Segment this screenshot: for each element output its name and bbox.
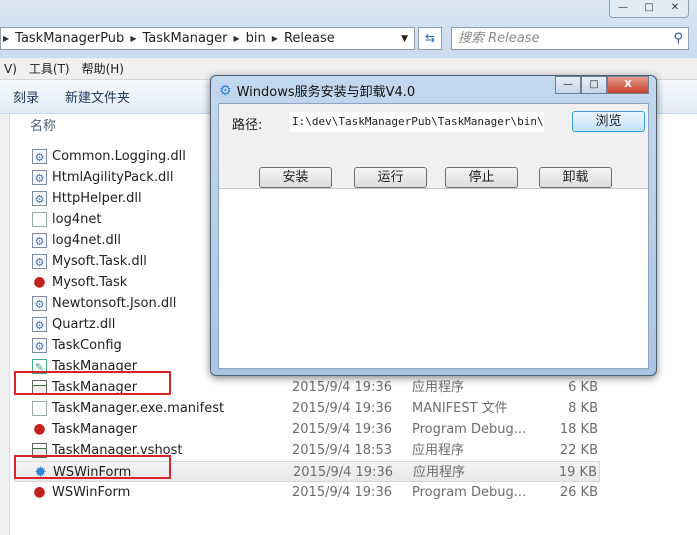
- dropdown-arrow-icon[interactable]: ▼: [395, 34, 414, 44]
- dialog-maximize-button[interactable]: □: [581, 76, 607, 94]
- breadcrumb-item[interactable]: bin: [242, 31, 270, 46]
- file-type: 应用程序: [412, 380, 465, 395]
- file-name: Mysoft.Task: [52, 275, 128, 290]
- file-row[interactable]: ● TaskManager 2015/9/4 19:36 Program Debug…: [14, 419, 600, 440]
- dll-file-icon: ⚙: [32, 149, 47, 164]
- browse-button[interactable]: 浏览: [572, 111, 645, 132]
- file-size: 22 KB: [559, 443, 598, 458]
- file-date: 2015/9/4 19:36: [293, 465, 393, 480]
- run-button[interactable]: 运行: [354, 167, 427, 188]
- file-row[interactable]: ● WSWinForm 2015/9/4 19:36 Program Debug..…: [14, 482, 600, 503]
- path-label: 路径:: [232, 118, 263, 133]
- file-type: Program Debug...: [412, 485, 527, 500]
- maximize-button[interactable]: □: [636, 0, 662, 17]
- file-name: log4net: [52, 212, 102, 227]
- path-input[interactable]: I:\dev\TaskManagerPub\TaskManager\bin\Re…: [289, 112, 544, 132]
- doc-file-icon: [32, 401, 47, 416]
- stop-button[interactable]: 停止: [445, 167, 518, 188]
- file-date: 2015/9/4 19:36: [292, 485, 392, 500]
- dll-file-icon: ⚙: [32, 233, 47, 248]
- close-button[interactable]: ✕: [662, 0, 688, 17]
- nav-pane-scrollbar[interactable]: [0, 114, 10, 535]
- dialog-minimize-button[interactable]: —: [555, 76, 581, 94]
- file-type: 应用程序: [413, 465, 466, 480]
- file-name: TaskManager.exe.manifest: [52, 401, 225, 416]
- file-type: Program Debug...: [412, 422, 527, 437]
- file-size: 8 KB: [568, 401, 598, 416]
- pdb-file-icon: ●: [33, 421, 46, 437]
- new-folder-button[interactable]: 新建文件夹: [52, 87, 143, 106]
- file-name: WSWinForm: [52, 485, 131, 500]
- file-date: 2015/9/4 18:53: [292, 443, 392, 458]
- pdb-file-icon: ●: [33, 484, 46, 500]
- burn-button[interactable]: 刻录: [0, 87, 52, 106]
- file-name: HttpHelper.dll: [52, 191, 142, 206]
- file-type: 应用程序: [412, 443, 465, 458]
- search-icon[interactable]: ⚲: [673, 28, 683, 49]
- dialog-body: 路径: I:\dev\TaskManagerPub\TaskManager\bi…: [218, 103, 649, 369]
- file-name: Newtonsoft.Json.dll: [52, 296, 177, 311]
- gear-icon: ⚙: [219, 82, 232, 99]
- dll-file-icon: ⚙: [32, 317, 47, 332]
- doc-file-icon: [32, 212, 47, 227]
- file-date: 2015/9/4 19:36: [292, 380, 392, 395]
- breadcrumb-item[interactable]: Release: [280, 31, 339, 46]
- minimize-button[interactable]: —: [610, 0, 636, 17]
- file-name: TaskConfig: [52, 338, 122, 353]
- install-button[interactable]: 安装: [259, 167, 332, 188]
- dll-file-icon: ⚙: [32, 254, 47, 269]
- file-name: HtmlAgilityPack.dll: [52, 170, 174, 185]
- red-highlight-box: [14, 371, 171, 395]
- red-highlight-box: [14, 455, 171, 479]
- dialog-close-button[interactable]: X: [607, 76, 649, 94]
- file-type: MANIFEST 文件: [412, 401, 508, 416]
- file-size: 18 KB: [559, 422, 598, 437]
- address-bar[interactable]: ▶ TaskManagerPub ▶ TaskManager ▶ bin ▶ R…: [0, 27, 415, 50]
- file-name: Common.Logging.dll: [52, 149, 186, 164]
- chevron-right-icon[interactable]: ▶: [270, 34, 280, 43]
- control-panel: 路径: I:\dev\TaskManagerPub\TaskManager\bi…: [219, 104, 648, 189]
- service-installer-dialog: ⚙ Windows服务安装与卸载V4.0 — □ X 路径: I:\dev\Tas…: [210, 75, 657, 376]
- file-size: 19 KB: [558, 465, 597, 480]
- uninstall-button[interactable]: 卸载: [539, 167, 612, 188]
- dll-file-icon: ⚙: [32, 191, 47, 206]
- file-name: TaskManager: [52, 422, 138, 437]
- file-name: Mysoft.Task.dll: [52, 254, 147, 269]
- file-row[interactable]: TaskManager.exe.manifest 2015/9/4 19:36 M…: [14, 398, 600, 419]
- breadcrumb-item[interactable]: TaskManager: [138, 31, 231, 46]
- search-placeholder: 搜索 Release: [458, 31, 540, 46]
- refresh-icon: ⇆: [424, 31, 436, 45]
- menu-help[interactable]: 帮助(H): [78, 60, 132, 77]
- dll-file-icon: ⚙: [32, 338, 47, 353]
- dll-file-icon: ⚙: [32, 296, 47, 311]
- chevron-right-icon[interactable]: ▶: [232, 34, 242, 43]
- refresh-button[interactable]: ⇆: [418, 27, 442, 50]
- dll-file-icon: ⚙: [32, 170, 47, 185]
- dialog-title: Windows服务安装与卸载V4.0: [236, 85, 416, 100]
- file-date: 2015/9/4 19:36: [292, 401, 392, 416]
- menu-tools[interactable]: 工具(T): [25, 60, 78, 77]
- file-size: 6 KB: [568, 380, 598, 395]
- file-name: Quartz.dll: [52, 317, 116, 332]
- window-controls: — □ ✕: [609, 0, 689, 18]
- breadcrumb-item[interactable]: TaskManagerPub: [11, 31, 128, 46]
- file-size: 26 KB: [559, 485, 598, 500]
- menu-view[interactable]: V): [0, 62, 25, 76]
- file-date: 2015/9/4 19:36: [292, 422, 392, 437]
- chevron-right-icon: ▶: [3, 34, 10, 43]
- pdb-file-icon: ●: [33, 274, 46, 290]
- search-input[interactable]: 搜索 Release ⚲: [451, 27, 689, 50]
- file-name: log4net.dll: [52, 233, 122, 248]
- explorer-titlebar: — □ ✕ ▶ TaskManagerPub ▶ TaskManager ▶ b…: [0, 0, 697, 58]
- dialog-titlebar[interactable]: ⚙ Windows服务安装与卸载V4.0: [219, 81, 416, 101]
- chevron-right-icon[interactable]: ▶: [128, 34, 138, 43]
- dialog-window-controls: — □ X: [555, 76, 649, 94]
